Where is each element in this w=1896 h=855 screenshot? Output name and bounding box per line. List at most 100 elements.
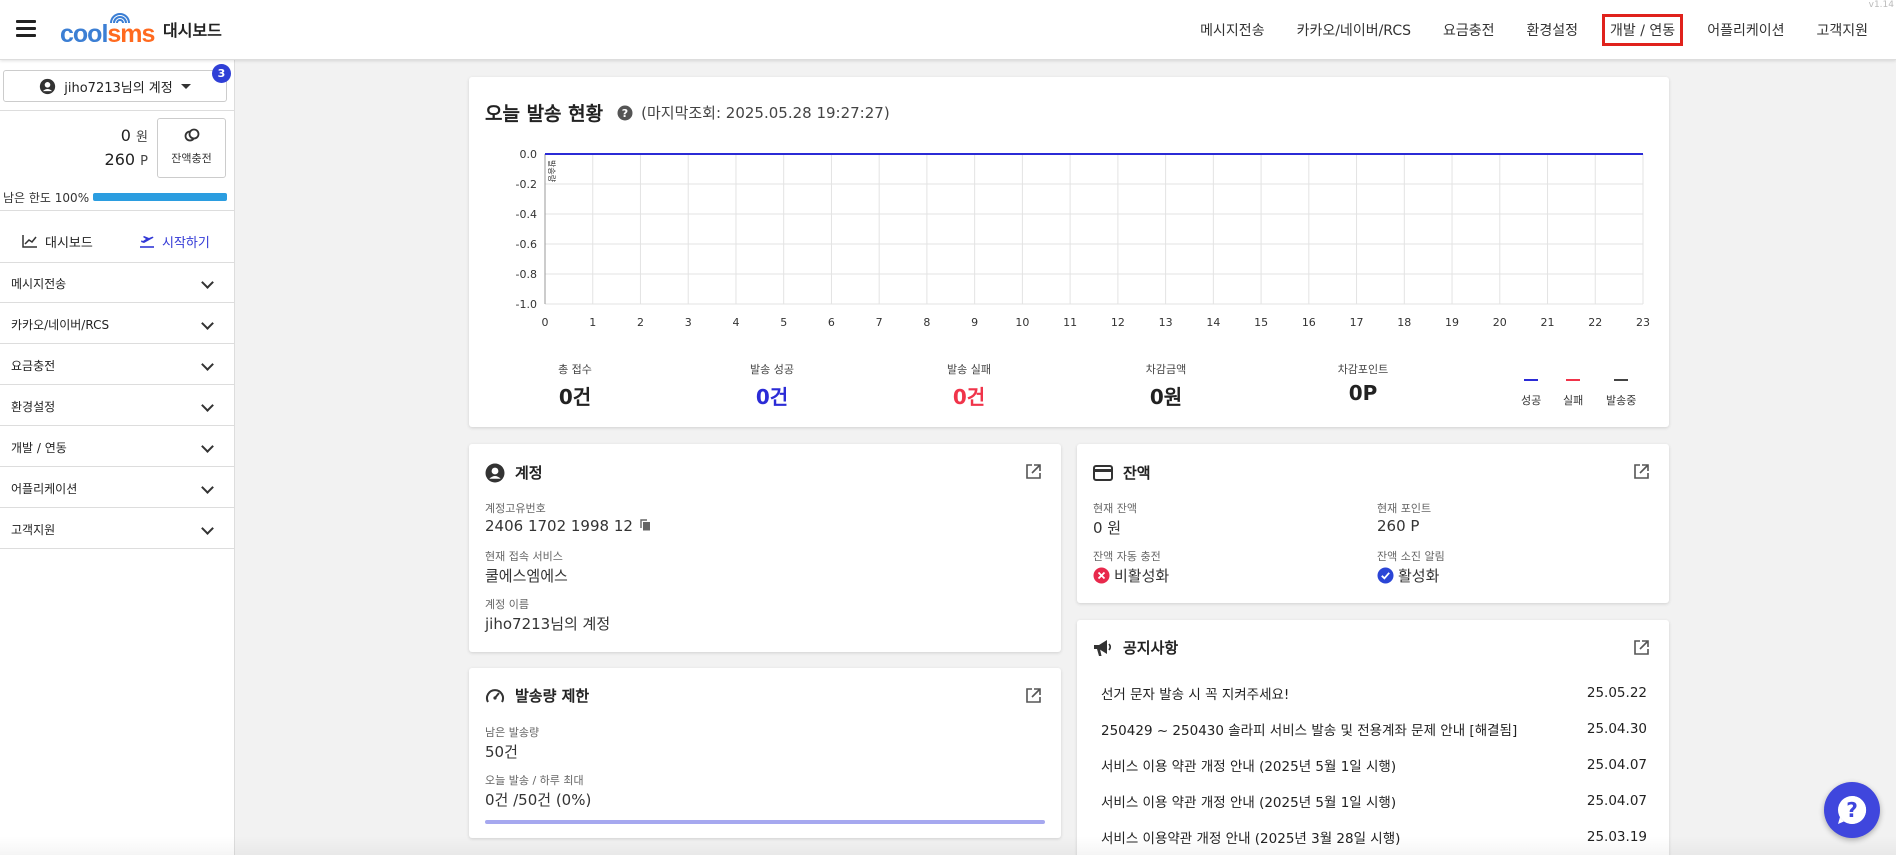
sidebar-item-dev[interactable]: 개발 / 연동 bbox=[0, 426, 234, 467]
caret-down-icon bbox=[180, 83, 191, 89]
today-status-title: 오늘 발송 현황 ? (마지막조회: 2025.05.28 19:27:27) bbox=[485, 103, 890, 125]
stat-item: 발송 실패 0건 bbox=[909, 361, 1029, 410]
check-circle-icon bbox=[1377, 567, 1394, 584]
nav-kakao[interactable]: 카카오/네이버/RCS bbox=[1289, 14, 1419, 46]
nav-apps[interactable]: 어플리케이션 bbox=[1699, 14, 1792, 46]
divider bbox=[0, 210, 234, 211]
x-tick-label: 18 bbox=[1397, 316, 1411, 329]
notice-title: 공지사항 bbox=[1093, 637, 1178, 658]
sidebar-item-message[interactable]: 메시지전송 bbox=[0, 262, 234, 303]
sidebar-item-kakao[interactable]: 카카오/네이버/RCS bbox=[0, 303, 234, 344]
auto-charge-label: 잔액 자동 충전 bbox=[1093, 550, 1161, 563]
balance-point: 260 P bbox=[104, 150, 148, 169]
y-tick-label: -0.6 bbox=[516, 238, 537, 251]
stat-value: 0원 bbox=[1149, 385, 1183, 409]
sidebar-item-apps[interactable]: 어플리케이션 bbox=[0, 467, 234, 508]
stat-value: 0건 bbox=[952, 385, 986, 409]
notice-title-text: 선거 문자 발송 시 꼭 지켜주세요! bbox=[1101, 687, 1290, 703]
notice-item[interactable]: 서비스 이용 약관 개정 안내 (2025년 5월 1일 시행) 25.04.07 bbox=[1101, 783, 1647, 819]
notice-item[interactable]: 250429 ~ 250430 솔라피 서비스 발송 및 전용계좌 문제 안내 … bbox=[1101, 711, 1647, 747]
megaphone-icon bbox=[1094, 639, 1112, 656]
nav-dev[interactable]: 개발 / 연동 bbox=[1602, 14, 1684, 46]
account-dropdown[interactable]: jiho7213님의 계정 bbox=[3, 70, 227, 102]
send-limit-card: 발송량 제한 남은 발송량 50건 오늘 발송 / 하루 최대 0건 /50건 … bbox=[469, 668, 1061, 838]
daily-send-value: 0건 /50건 (0%) bbox=[485, 791, 592, 809]
help-chat-button[interactable]: ? bbox=[1824, 782, 1880, 838]
question-chat-icon: ? bbox=[1838, 795, 1867, 824]
y-tick-label: -0.2 bbox=[516, 178, 537, 191]
account-id-value: 2406 1702 1998 12 bbox=[485, 517, 651, 535]
speedometer-icon bbox=[486, 688, 504, 702]
account-label: jiho7213님의 계정 bbox=[64, 80, 173, 96]
y-axis-label: 발송량 bbox=[547, 160, 557, 183]
chevron-down-icon bbox=[201, 522, 214, 535]
open-external-icon[interactable] bbox=[1026, 464, 1041, 479]
divider bbox=[0, 110, 234, 111]
stat-value: 0P bbox=[1348, 381, 1378, 405]
open-external-icon[interactable] bbox=[1634, 640, 1649, 655]
send-limit-title: 발송량 제한 bbox=[485, 685, 589, 706]
y-tick-label: -0.4 bbox=[516, 208, 537, 221]
nav-settings[interactable]: 환경설정 bbox=[1519, 14, 1587, 46]
balance-alert-value: 활성화 bbox=[1377, 565, 1439, 586]
x-tick-label: 9 bbox=[971, 316, 978, 329]
coolsms-logo[interactable]: coolsms bbox=[60, 10, 155, 48]
x-tick-label: 11 bbox=[1063, 316, 1077, 329]
open-external-icon[interactable] bbox=[1026, 688, 1041, 703]
stat-item: 발송 성공 0건 bbox=[712, 361, 832, 410]
balance-card: 잔액 현재 잔액 0 원 현재 포인트 260 P 잔액 자동 충전 비활성화 … bbox=[1077, 444, 1669, 603]
x-tick-label: 15 bbox=[1254, 316, 1268, 329]
sidebar: jiho7213님의 계정 3 0 원 260 P 잔액충전 남은 한도 100… bbox=[0, 60, 235, 855]
account-card: 계정 계정고유번호 2406 1702 1998 12 현재 접속 서비스 쿨에… bbox=[469, 444, 1061, 652]
svg-text:?: ? bbox=[622, 107, 628, 120]
account-circle-icon bbox=[485, 463, 505, 482]
tab-start[interactable]: 시작하기 bbox=[139, 220, 210, 262]
remaining-send-value: 50건 bbox=[485, 743, 518, 761]
x-tick-label: 5 bbox=[780, 316, 787, 329]
chevron-down-icon bbox=[201, 317, 214, 330]
legend-swatch bbox=[1614, 379, 1629, 381]
current-balance-value: 0 원 bbox=[1093, 519, 1122, 537]
help-circle-icon[interactable]: ? bbox=[617, 105, 633, 121]
current-point-value: 260 P bbox=[1377, 517, 1420, 535]
y-tick-label: -0.8 bbox=[516, 268, 537, 281]
page-title: 대시보드 bbox=[163, 21, 222, 40]
account-id-label: 계정고유번호 bbox=[485, 502, 546, 515]
tab-dashboard[interactable]: 대시보드 bbox=[22, 220, 93, 262]
legend-swatch bbox=[1566, 379, 1581, 381]
stat-label: 차감금액 bbox=[1145, 363, 1187, 376]
credit-card-icon bbox=[1093, 464, 1113, 481]
notice-item[interactable]: 선거 문자 발송 시 꼭 지켜주세요! 25.05.22 bbox=[1101, 675, 1647, 711]
nav-charge[interactable]: 요금충전 bbox=[1435, 14, 1503, 46]
open-external-icon[interactable] bbox=[1634, 464, 1649, 479]
x-tick-label: 22 bbox=[1588, 316, 1602, 329]
x-tick-label: 12 bbox=[1111, 316, 1125, 329]
balance-won: 0 원 bbox=[120, 126, 148, 145]
current-point-label: 현재 포인트 bbox=[1377, 502, 1432, 515]
account-title: 계정 bbox=[485, 462, 543, 483]
stat-item: 차감금액 0원 bbox=[1106, 361, 1226, 410]
sidebar-item-support[interactable]: 고객지원 bbox=[0, 508, 234, 549]
bottom-fade bbox=[0, 836, 1896, 855]
remaining-send-label: 남은 발송량 bbox=[485, 726, 540, 739]
stat-item: 차감포인트 0P bbox=[1303, 361, 1423, 405]
cancel-circle-icon bbox=[1093, 567, 1110, 584]
svg-text:?: ? bbox=[1846, 798, 1858, 822]
chevron-down-icon bbox=[201, 276, 214, 289]
charge-button[interactable]: 잔액충전 bbox=[157, 118, 226, 178]
notice-title-text: 250429 ~ 250430 솔라피 서비스 발송 및 전용계좌 문제 안내 … bbox=[1101, 723, 1518, 739]
sidebar-item-charge[interactable]: 요금충전 bbox=[0, 344, 234, 385]
x-tick-label: 2 bbox=[637, 316, 644, 329]
x-tick-label: 16 bbox=[1302, 316, 1316, 329]
nav-support[interactable]: 고객지원 bbox=[1808, 14, 1876, 46]
nav-message[interactable]: 메시지전송 bbox=[1192, 14, 1272, 46]
stat-item: 총 접수 0건 bbox=[515, 361, 635, 410]
copy-icon[interactable] bbox=[640, 519, 651, 531]
notice-item[interactable]: 서비스 이용 약관 개정 안내 (2025년 5월 1일 시행) 25.04.07 bbox=[1101, 747, 1647, 783]
notice-date: 25.04.07 bbox=[1586, 757, 1647, 773]
sidebar-item-settings[interactable]: 환경설정 bbox=[0, 385, 234, 426]
sidebar-tabs: 대시보드 시작하기 bbox=[0, 220, 234, 262]
notification-badge[interactable]: 3 bbox=[212, 64, 231, 83]
x-tick-label: 19 bbox=[1445, 316, 1459, 329]
hamburger-menu-icon[interactable] bbox=[16, 20, 36, 37]
